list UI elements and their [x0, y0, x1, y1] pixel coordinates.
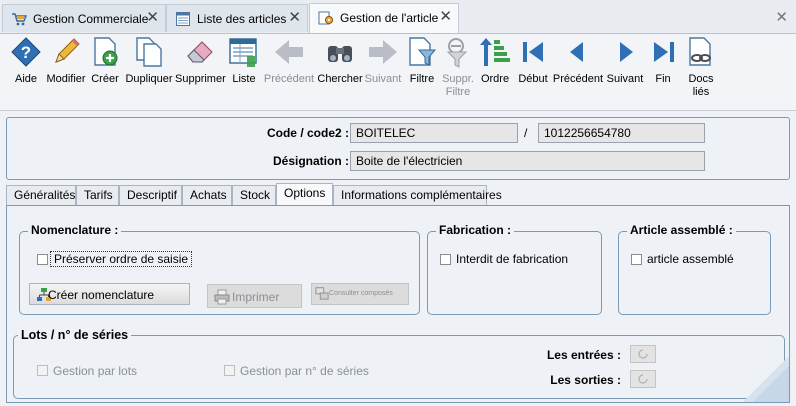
entrees-button[interactable]	[630, 345, 656, 363]
tab-label: Gestion de l'article	[340, 11, 439, 25]
sort-icon	[480, 38, 510, 66]
tab-liste-articles[interactable]: Liste des articles ✕	[166, 4, 308, 32]
components-icon	[315, 287, 329, 300]
close-icon[interactable]: ✕	[146, 10, 159, 26]
precedent2-button[interactable]: Précédent	[552, 36, 604, 86]
gestion-series-label: Gestion par n° de séries	[240, 364, 369, 378]
tab-stock[interactable]: Stock	[232, 185, 276, 205]
help-icon: ?	[11, 37, 41, 67]
document-tab-bar: Gestion Commerciale ✕ Liste des articles…	[0, 0, 796, 34]
tab-label: Gestion Commerciale	[33, 12, 149, 26]
gestion-series-checkbox[interactable]	[224, 365, 235, 376]
corner-decoration	[743, 356, 789, 402]
imprimer-button[interactable]: Imprimer	[207, 284, 302, 308]
interdit-fabrication-checkbox[interactable]	[440, 254, 451, 265]
tab-gestion-commerciale[interactable]: Gestion Commerciale ✕	[2, 4, 166, 32]
sorties-button[interactable]	[630, 370, 656, 388]
arrow-left-icon	[275, 40, 303, 64]
designation-field[interactable]: Boite de l'électricien	[350, 151, 705, 171]
toolbar: ? Aide Modifier Créer Dupliquer Supprime…	[0, 34, 796, 111]
close-icon[interactable]: ✕	[288, 10, 301, 26]
precedent-button[interactable]: Précédent	[262, 36, 316, 86]
options-panel: Nomenclature : Préserver ordre de saisie…	[6, 205, 790, 403]
tab-achats[interactable]: Achats	[182, 185, 232, 205]
nomenclature-title: Nomenclature :	[28, 223, 122, 237]
article-assemble-label: article assemblé	[647, 252, 734, 266]
article-assemble-group: Article assemblé : article assemblé	[618, 223, 771, 315]
refresh-icon	[638, 349, 648, 359]
supprimer-button[interactable]: Supprimer	[175, 36, 226, 86]
chercher-button[interactable]: Chercher	[317, 36, 363, 86]
tab-options[interactable]: Options	[276, 183, 333, 206]
eraser-icon	[187, 41, 213, 63]
close-window-icon[interactable]: ✕	[775, 8, 788, 26]
ordre-button[interactable]: Ordre	[478, 36, 512, 86]
remove-filter-icon	[446, 38, 468, 68]
code2-field[interactable]: 1012256654780	[538, 123, 705, 143]
entrees-label: Les entrées :	[546, 348, 621, 362]
modifier-button[interactable]: Modifier	[45, 36, 87, 86]
nomenclature-group: Nomenclature : Préserver ordre de saisie…	[19, 223, 420, 315]
pencil-icon	[55, 38, 80, 63]
article-assemble-checkbox[interactable]	[631, 254, 642, 265]
debut-button[interactable]: Début	[515, 36, 551, 86]
tab-gestion-article[interactable]: Gestion de l'article ✕	[309, 3, 459, 33]
first-record-icon	[523, 42, 543, 62]
liste-button[interactable]: Liste	[228, 36, 260, 86]
filter-icon	[409, 37, 437, 66]
fabrication-title: Fabrication :	[436, 223, 515, 237]
consulter-composes-button[interactable]: Consulter composés	[311, 283, 409, 305]
docs-lies-button[interactable]: Docs liés	[683, 36, 719, 99]
previous-record-icon	[570, 42, 583, 62]
tab-descriptif[interactable]: Descriptif	[119, 185, 182, 205]
preserver-ordre-checkbox[interactable]	[37, 254, 48, 265]
last-record-icon	[654, 42, 674, 62]
article-header-panel: Code / code2 : BOITELEC / 1012256654780 …	[6, 117, 790, 180]
list-icon	[229, 38, 257, 67]
filtre-button[interactable]: Filtre	[406, 36, 438, 86]
suppr-filtre-button[interactable]: Suppr. Filtre	[440, 36, 476, 99]
list-icon	[176, 12, 190, 26]
tab-label: Liste des articles	[197, 12, 287, 26]
arrow-right-icon	[369, 40, 397, 64]
refresh-icon	[638, 374, 648, 384]
printer-icon	[214, 289, 230, 305]
lots-series-group: Lots / n° de séries Gestion par lots Ges…	[13, 328, 785, 399]
linked-documents-icon	[689, 37, 711, 66]
suivant-button[interactable]: Suivant	[362, 36, 404, 86]
new-document-icon	[94, 37, 118, 66]
interdit-fabrication-label: Interdit de fabrication	[456, 252, 569, 266]
code-label: Code / code2 :	[266, 126, 349, 140]
creer-button[interactable]: Créer	[88, 36, 122, 86]
cart-icon	[12, 13, 27, 26]
lots-series-title: Lots / n° de séries	[18, 328, 132, 342]
tab-tarifs[interactable]: Tarifs	[76, 185, 119, 205]
tab-informations-complementaires[interactable]: Informations complémentaires	[333, 185, 502, 205]
aide-button[interactable]: ? Aide	[8, 36, 44, 86]
dupliquer-button[interactable]: Dupliquer	[125, 36, 173, 86]
duplicate-icon	[136, 37, 162, 67]
gestion-lots-checkbox[interactable]	[37, 365, 48, 376]
creer-nomenclature-button[interactable]: Créer nomenclature	[29, 283, 190, 305]
designation-label: Désignation :	[272, 154, 349, 168]
preserver-ordre-label: Préserver ordre de saisie	[49, 251, 193, 267]
gestion-lots-label: Gestion par lots	[53, 364, 138, 378]
fin-button[interactable]: Fin	[648, 36, 678, 86]
article-assemble-title: Article assemblé :	[627, 223, 736, 237]
sorties-label: Les sorties :	[550, 373, 621, 387]
binoculars-icon	[328, 46, 352, 62]
fabrication-group: Fabrication : Interdit de fabrication	[427, 223, 602, 315]
code-field[interactable]: BOITELEC	[350, 123, 518, 143]
code-separator: /	[524, 126, 528, 140]
gear-icon	[318, 11, 334, 25]
suivant2-button[interactable]: Suivant	[604, 36, 646, 86]
next-record-icon	[620, 42, 633, 62]
close-icon[interactable]: ✕	[439, 9, 452, 25]
svg-text:?: ?	[21, 43, 31, 62]
tab-generalites[interactable]: Généralités	[6, 185, 76, 205]
